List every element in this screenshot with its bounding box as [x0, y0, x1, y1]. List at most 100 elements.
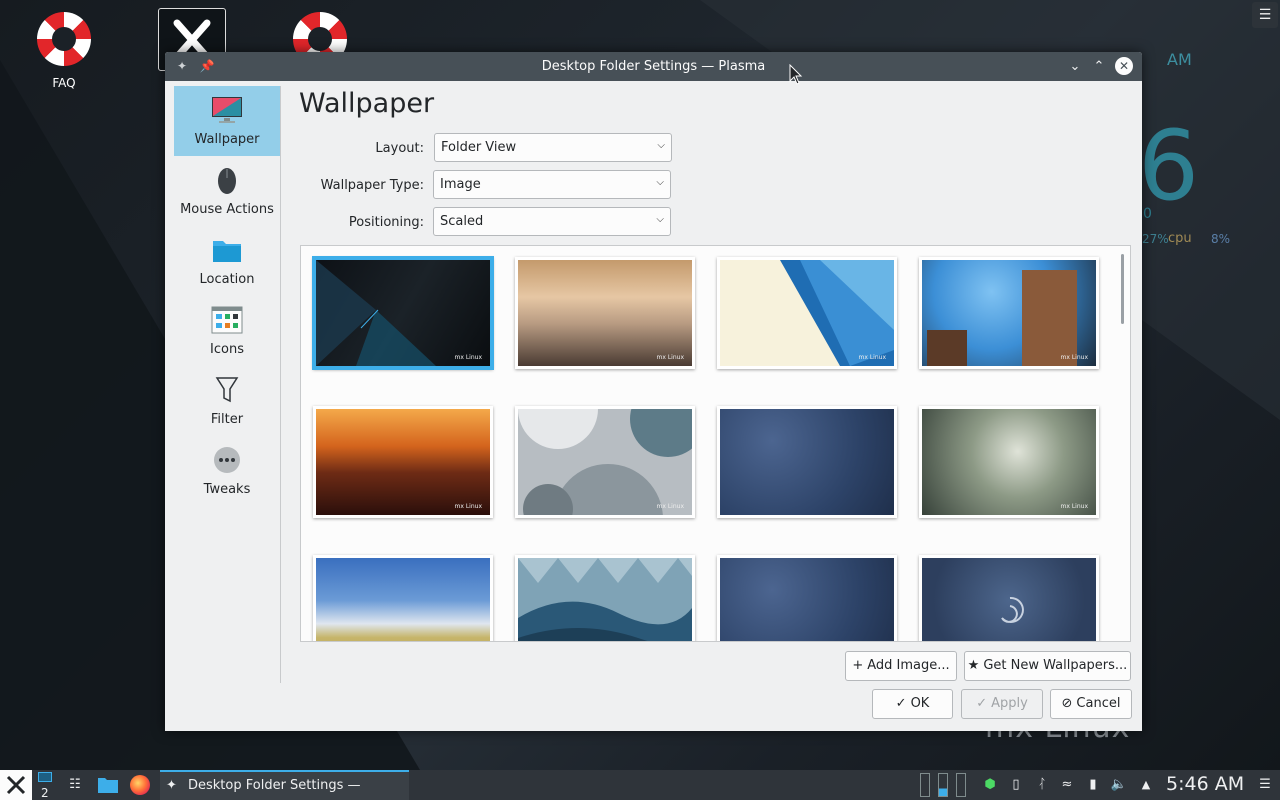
file-manager-button[interactable] — [95, 770, 121, 800]
apply-label: Apply — [991, 696, 1028, 711]
chevron-down-icon: ⌵ — [656, 214, 664, 225]
mouse-cursor-icon — [789, 64, 803, 85]
volume-icon[interactable]: 🔈 — [1108, 770, 1130, 800]
sidebar-item-label: Mouse Actions — [180, 202, 274, 217]
wallpaper-thumbnail[interactable]: mx Linux — [515, 406, 695, 518]
sidebar-item-mouse-actions[interactable]: Mouse Actions — [174, 156, 280, 226]
wallpaper-type-combo[interactable]: Image ⌵ — [433, 170, 671, 199]
usb-tray-icon[interactable]: ▯ — [1006, 770, 1026, 800]
funnel-icon — [215, 377, 239, 403]
application-launcher-button[interactable] — [0, 770, 32, 800]
wallpaper-image — [720, 409, 894, 515]
star-icon: ★ — [967, 658, 980, 673]
chevron-down-icon: ⌵ — [656, 177, 664, 188]
layout-combo[interactable]: Folder View ⌵ — [434, 133, 672, 162]
wallpaper-watermark: mx Linux — [454, 354, 482, 361]
wallpaper-preview-art — [780, 260, 894, 366]
pager-cell — [920, 773, 930, 797]
plasma-icon: ✦ — [166, 778, 177, 793]
wallpaper-image — [922, 558, 1096, 641]
panel-menu-icon[interactable]: ☰ — [1254, 770, 1276, 800]
cancel-label: Cancel — [1076, 696, 1121, 711]
sidebar-item-icons[interactable]: Icons — [174, 296, 280, 366]
folder-icon — [213, 241, 241, 262]
desktop-number: 2 — [41, 786, 49, 800]
wallpaper-grid[interactable]: mx Linux mx Linux mx Linux mx Linux mx L… — [300, 245, 1131, 642]
wallpaper-image — [720, 558, 894, 641]
get-new-wallpapers-button[interactable]: ★ Get New Wallpapers... — [964, 651, 1131, 681]
clock[interactable]: 5:46 AM — [1166, 773, 1244, 795]
battery-icon[interactable]: ▮ — [1082, 770, 1104, 800]
wallpaper-thumbnail[interactable]: mx Linux — [919, 406, 1099, 518]
window-switcher-button[interactable]: ☷ — [63, 770, 87, 800]
wallpaper-thumbnail[interactable] — [717, 555, 897, 641]
wallpaper-type-label: Wallpaper Type: — [320, 178, 424, 193]
widget-small-zero: 0 — [1143, 206, 1152, 222]
sidebar-item-tweaks[interactable]: Tweaks — [174, 436, 280, 506]
wallpaper-thumbnail[interactable] — [313, 555, 493, 641]
wallpaper-thumbnail[interactable]: mx Linux — [919, 257, 1099, 369]
sidebar-item-wallpaper[interactable]: Wallpaper — [174, 86, 280, 156]
wallpaper-image: mx Linux — [316, 260, 490, 366]
taskbar: 2 ☷ ✦ Desktop Folder Settings — Plasma ⬢… — [0, 770, 1280, 800]
pager-desktop-1[interactable] — [918, 770, 932, 800]
firefox-button[interactable] — [128, 770, 152, 800]
add-image-button[interactable]: + Add Image... — [845, 651, 957, 681]
window-titlebar[interactable]: ✦ 📌 Desktop Folder Settings — Plasma ⌄ ⌃… — [165, 52, 1142, 81]
widget-cpu-label: cpu — [1168, 231, 1192, 246]
sidebar-item-filter[interactable]: Filter — [174, 366, 280, 436]
bluetooth-tray-icon[interactable]: ᛮ — [1032, 770, 1052, 800]
pager-desktop-2[interactable] — [936, 770, 950, 800]
desktop-toolbox-button[interactable]: ☰ — [1252, 2, 1278, 28]
pager-button[interactable]: 2 — [34, 770, 58, 800]
wallpaper-thumbnail[interactable] — [717, 406, 897, 518]
pager-desktop-3[interactable] — [954, 770, 968, 800]
sidebar-item-label: Wallpaper — [194, 132, 260, 147]
pager-cell — [938, 773, 948, 797]
page-title: Wallpaper — [299, 88, 435, 119]
widget-big-digit: 6 — [1138, 110, 1200, 222]
widget-cpu-right: 8% — [1211, 232, 1231, 246]
close-button[interactable]: ✕ — [1115, 57, 1133, 75]
wallpaper-watermark: mx Linux — [454, 503, 482, 510]
positioning-combo[interactable]: Scaled ⌵ — [433, 207, 671, 236]
apply-button[interactable]: ✓ Apply — [961, 689, 1043, 719]
firefox-icon — [130, 775, 150, 795]
ok-label: OK — [910, 696, 930, 711]
debian-swirl-icon — [1001, 596, 1024, 623]
window-title: Desktop Folder Settings — Plasma — [541, 59, 766, 74]
task-title: Desktop Folder Settings — Plasma — [188, 778, 361, 793]
sidebar-item-label: Tweaks — [203, 482, 251, 497]
more-dots-icon — [214, 447, 240, 473]
widget-cpu-left: 27% — [1142, 232, 1169, 246]
wallpaper-watermark: mx Linux — [656, 354, 684, 361]
grid-scrollbar[interactable] — [1121, 254, 1124, 324]
wallpaper-thumbnail[interactable]: mx Linux — [515, 257, 695, 369]
wallpaper-thumbnail[interactable]: mx Linux — [312, 256, 494, 370]
check-icon: ✓ — [895, 696, 907, 711]
wallpaper-preview-art — [518, 409, 692, 515]
updater-tray-icon[interactable]: ⬢ — [980, 770, 1000, 800]
wallpaper-thumbnail[interactable] — [515, 555, 695, 641]
sidebar-item-location[interactable]: Location — [174, 226, 280, 296]
cancel-button[interactable]: ⊘ Cancel — [1050, 689, 1132, 719]
plus-icon: + — [852, 658, 864, 673]
lifebuoy-icon — [37, 12, 91, 66]
pager-cell — [956, 773, 966, 797]
network-wifi-icon[interactable]: ≈ — [1056, 770, 1078, 800]
positioning-value: Scaled — [440, 214, 484, 229]
task-entry-desktop-folder-settings[interactable]: ✦ Desktop Folder Settings — Plasma — [160, 770, 409, 800]
minimize-button[interactable]: ⌄ — [1065, 57, 1085, 77]
wallpaper-watermark: mx Linux — [1060, 354, 1088, 361]
wallpaper-image: mx Linux — [922, 260, 1096, 366]
widget-ampm: AM — [1167, 50, 1192, 69]
wallpaper-thumbnail[interactable] — [919, 555, 1099, 641]
wallpaper-thumbnail[interactable]: mx Linux — [717, 257, 897, 369]
wallpaper-thumbnail[interactable]: mx Linux — [313, 406, 493, 518]
wallpaper-image: mx Linux — [316, 409, 490, 515]
maximize-button[interactable]: ⌃ — [1089, 57, 1109, 77]
expand-tray-icon[interactable]: ▲ — [1136, 770, 1156, 800]
ok-button[interactable]: ✓ OK — [872, 689, 953, 719]
faq-desktop-icon[interactable]: FAQ — [28, 12, 100, 90]
folder-icon — [98, 778, 118, 793]
